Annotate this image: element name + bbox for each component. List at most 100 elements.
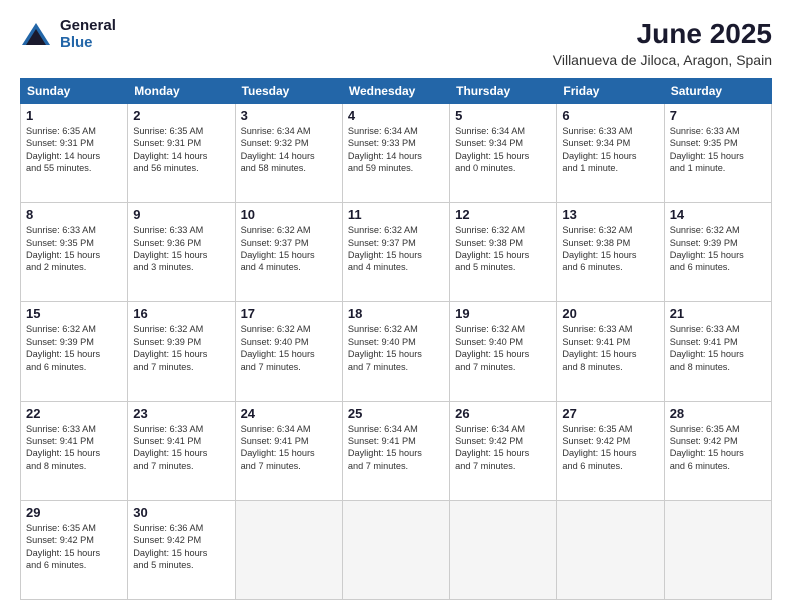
calendar-cell <box>664 500 771 599</box>
cell-info: Sunrise: 6:35 AM Sunset: 9:42 PM Dayligh… <box>670 423 766 473</box>
cell-info: Sunrise: 6:33 AM Sunset: 9:41 PM Dayligh… <box>670 323 766 373</box>
cell-info: Sunrise: 6:33 AM Sunset: 9:36 PM Dayligh… <box>133 224 229 274</box>
day-number: 13 <box>562 207 658 222</box>
cell-info: Sunrise: 6:32 AM Sunset: 9:39 PM Dayligh… <box>670 224 766 274</box>
day-number: 16 <box>133 306 229 321</box>
calendar-cell: 29 Sunrise: 6:35 AM Sunset: 9:42 PM Dayli… <box>21 500 128 599</box>
calendar-table: SundayMondayTuesdayWednesdayThursdayFrid… <box>20 78 772 600</box>
cell-info: Sunrise: 6:32 AM Sunset: 9:39 PM Dayligh… <box>133 323 229 373</box>
day-number: 10 <box>241 207 337 222</box>
week-row-2: 8Sunrise: 6:33 AM Sunset: 9:35 PM Daylig… <box>21 203 772 302</box>
day-number: 26 <box>455 406 551 421</box>
day-number: 8 <box>26 207 122 222</box>
cell-info: Sunrise: 6:33 AM Sunset: 9:41 PM Dayligh… <box>562 323 658 373</box>
cell-info: Sunrise: 6:33 AM Sunset: 9:34 PM Dayligh… <box>562 125 658 175</box>
cell-info: Sunrise: 6:34 AM Sunset: 9:32 PM Dayligh… <box>241 125 337 175</box>
col-header-monday: Monday <box>128 79 235 104</box>
cell-info: Sunrise: 6:34 AM Sunset: 9:33 PM Dayligh… <box>348 125 444 175</box>
day-number: 11 <box>348 207 444 222</box>
page: General Blue June 2025 Villanueva de Jil… <box>0 0 792 612</box>
week-row-1: 1 Sunrise: 6:35 AM Sunset: 9:31 PM Daylig… <box>21 104 772 203</box>
week-row-5: 29 Sunrise: 6:35 AM Sunset: 9:42 PM Dayli… <box>21 500 772 599</box>
calendar-cell: 22 Sunrise: 6:33 AM Sunset: 9:41 PM Dayli… <box>21 401 128 500</box>
day-number: 25 <box>348 406 444 421</box>
calendar-cell: 21 Sunrise: 6:33 AM Sunset: 9:41 PM Dayli… <box>664 302 771 401</box>
calendar-cell <box>557 500 664 599</box>
day-number: 17 <box>241 306 337 321</box>
day-number: 9 <box>133 207 229 222</box>
calendar-cell: 16 Sunrise: 6:32 AM Sunset: 9:39 PM Dayli… <box>128 302 235 401</box>
cell-info: Sunrise: 6:32 AM Sunset: 9:37 PM Dayligh… <box>348 224 444 274</box>
day-number: 19 <box>455 306 551 321</box>
day-number: 21 <box>670 306 766 321</box>
calendar-cell: 12Sunrise: 6:32 AM Sunset: 9:38 PM Dayli… <box>450 203 557 302</box>
calendar-cell: 1 Sunrise: 6:35 AM Sunset: 9:31 PM Daylig… <box>21 104 128 203</box>
calendar-cell: 9 Sunrise: 6:33 AM Sunset: 9:36 PM Daylig… <box>128 203 235 302</box>
day-number: 18 <box>348 306 444 321</box>
day-number: 24 <box>241 406 337 421</box>
day-number: 22 <box>26 406 122 421</box>
main-title: June 2025 <box>553 18 772 50</box>
col-header-thursday: Thursday <box>450 79 557 104</box>
calendar-cell: 10 Sunrise: 6:32 AM Sunset: 9:37 PM Dayli… <box>235 203 342 302</box>
cell-info: Sunrise: 6:32 AM Sunset: 9:38 PM Dayligh… <box>562 224 658 274</box>
week-row-4: 22 Sunrise: 6:33 AM Sunset: 9:41 PM Dayli… <box>21 401 772 500</box>
week-row-3: 15 Sunrise: 6:32 AM Sunset: 9:39 PM Dayli… <box>21 302 772 401</box>
cell-info: Sunrise: 6:32 AM Sunset: 9:40 PM Dayligh… <box>455 323 551 373</box>
cell-info: Sunrise: 6:33 AM Sunset: 9:41 PM Dayligh… <box>133 423 229 473</box>
logo-blue-text: Blue <box>60 35 116 52</box>
logo-text: General Blue <box>60 18 116 51</box>
logo: General Blue <box>20 18 116 51</box>
calendar-cell: 25 Sunrise: 6:34 AM Sunset: 9:41 PM Dayli… <box>342 401 449 500</box>
cell-info: Sunrise: 6:32 AM Sunset: 9:40 PM Dayligh… <box>348 323 444 373</box>
day-number: 29 <box>26 505 122 520</box>
cell-info: Sunrise: 6:32 AM Sunset: 9:39 PM Dayligh… <box>26 323 122 373</box>
col-header-saturday: Saturday <box>664 79 771 104</box>
cell-info: Sunrise: 6:33 AM Sunset: 9:41 PM Dayligh… <box>26 423 122 473</box>
cell-info: Sunrise: 6:35 AM Sunset: 9:42 PM Dayligh… <box>562 423 658 473</box>
calendar-cell <box>450 500 557 599</box>
day-number: 4 <box>348 108 444 123</box>
calendar-cell: 19 Sunrise: 6:32 AM Sunset: 9:40 PM Dayli… <box>450 302 557 401</box>
calendar-cell: 24 Sunrise: 6:34 AM Sunset: 9:41 PM Dayli… <box>235 401 342 500</box>
calendar-cell: 11 Sunrise: 6:32 AM Sunset: 9:37 PM Dayli… <box>342 203 449 302</box>
calendar-cell: 14 Sunrise: 6:32 AM Sunset: 9:39 PM Dayli… <box>664 203 771 302</box>
header: General Blue June 2025 Villanueva de Jil… <box>20 18 772 68</box>
col-header-friday: Friday <box>557 79 664 104</box>
cell-info: Sunrise: 6:34 AM Sunset: 9:42 PM Dayligh… <box>455 423 551 473</box>
cell-info: Sunrise: 6:32 AM Sunset: 9:40 PM Dayligh… <box>241 323 337 373</box>
calendar-cell: 15 Sunrise: 6:32 AM Sunset: 9:39 PM Dayli… <box>21 302 128 401</box>
calendar-cell: 2Sunrise: 6:35 AM Sunset: 9:31 PM Daylig… <box>128 104 235 203</box>
cell-info: Sunrise: 6:32 AM Sunset: 9:37 PM Dayligh… <box>241 224 337 274</box>
col-header-sunday: Sunday <box>21 79 128 104</box>
calendar-cell: 8Sunrise: 6:33 AM Sunset: 9:35 PM Daylig… <box>21 203 128 302</box>
cell-info: Sunrise: 6:35 AM Sunset: 9:31 PM Dayligh… <box>133 125 229 175</box>
cell-info: Sunrise: 6:34 AM Sunset: 9:34 PM Dayligh… <box>455 125 551 175</box>
calendar-cell: 30Sunrise: 6:36 AM Sunset: 9:42 PM Dayli… <box>128 500 235 599</box>
day-number: 14 <box>670 207 766 222</box>
calendar-cell: 27Sunrise: 6:35 AM Sunset: 9:42 PM Dayli… <box>557 401 664 500</box>
calendar-cell: 13 Sunrise: 6:32 AM Sunset: 9:38 PM Dayli… <box>557 203 664 302</box>
day-number: 28 <box>670 406 766 421</box>
col-header-wednesday: Wednesday <box>342 79 449 104</box>
calendar-cell: 6Sunrise: 6:33 AM Sunset: 9:34 PM Daylig… <box>557 104 664 203</box>
col-header-tuesday: Tuesday <box>235 79 342 104</box>
cell-info: Sunrise: 6:35 AM Sunset: 9:42 PM Dayligh… <box>26 522 122 572</box>
day-number: 12 <box>455 207 551 222</box>
calendar-cell: 7Sunrise: 6:33 AM Sunset: 9:35 PM Daylig… <box>664 104 771 203</box>
calendar-cell <box>235 500 342 599</box>
cell-info: Sunrise: 6:34 AM Sunset: 9:41 PM Dayligh… <box>348 423 444 473</box>
cell-info: Sunrise: 6:36 AM Sunset: 9:42 PM Dayligh… <box>133 522 229 572</box>
day-number: 1 <box>26 108 122 123</box>
cell-info: Sunrise: 6:35 AM Sunset: 9:31 PM Dayligh… <box>26 125 122 175</box>
logo-general-text: General <box>60 18 116 35</box>
calendar-cell: 28 Sunrise: 6:35 AM Sunset: 9:42 PM Dayli… <box>664 401 771 500</box>
cell-info: Sunrise: 6:34 AM Sunset: 9:41 PM Dayligh… <box>241 423 337 473</box>
calendar-cell: 18 Sunrise: 6:32 AM Sunset: 9:40 PM Dayli… <box>342 302 449 401</box>
calendar-cell: 17 Sunrise: 6:32 AM Sunset: 9:40 PM Dayli… <box>235 302 342 401</box>
cell-info: Sunrise: 6:33 AM Sunset: 9:35 PM Dayligh… <box>670 125 766 175</box>
day-number: 20 <box>562 306 658 321</box>
calendar-cell: 23Sunrise: 6:33 AM Sunset: 9:41 PM Dayli… <box>128 401 235 500</box>
day-number: 5 <box>455 108 551 123</box>
day-number: 15 <box>26 306 122 321</box>
